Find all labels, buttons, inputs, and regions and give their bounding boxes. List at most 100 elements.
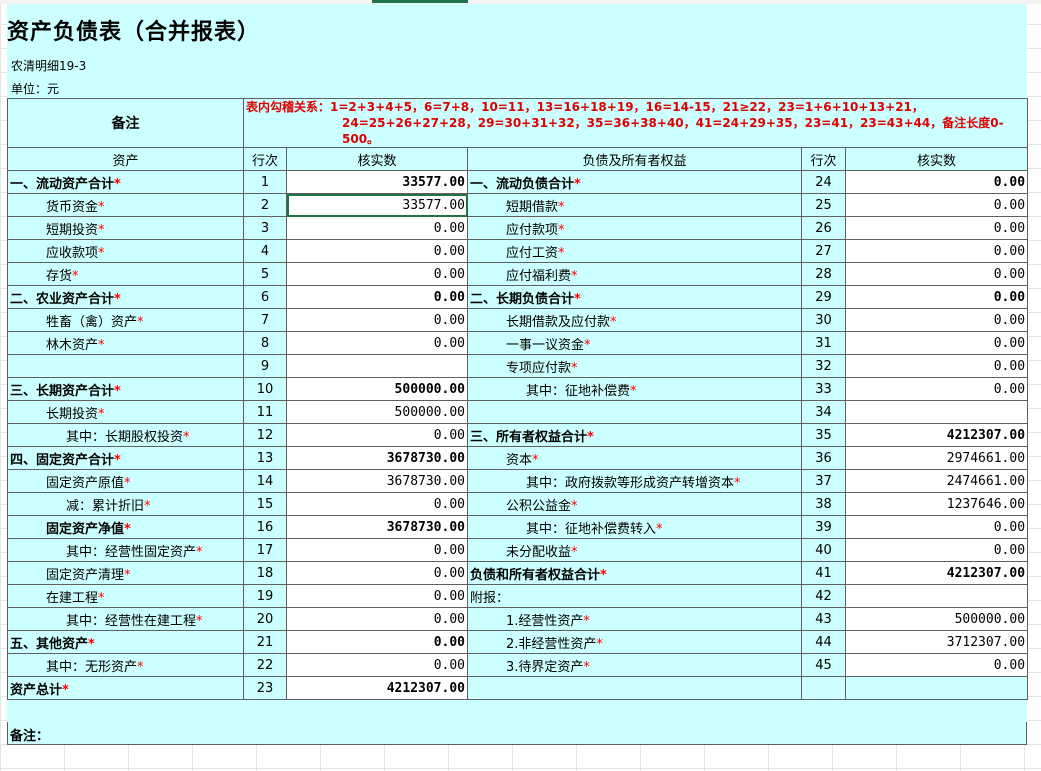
relation-line-2: 24=25+26+27+28，29=30+31+32，35=36+38+40，4… bbox=[342, 116, 1004, 146]
liability-value-cell[interactable]: 0.00 bbox=[844, 216, 1029, 240]
liability-value-cell[interactable] bbox=[844, 676, 1029, 700]
table-row: 减：累计折旧* 15 0.00 公积公益金* 38 1237646.00 bbox=[7, 492, 1029, 516]
liability-value-cell[interactable]: 0.00 bbox=[844, 308, 1029, 332]
liability-value-cell[interactable]: 0.00 bbox=[844, 285, 1029, 309]
header-assets: 资产 bbox=[7, 147, 244, 171]
asset-label: 三、长期资产合计* bbox=[7, 377, 244, 401]
table-row: 固定资产原值* 14 3678730.00 其中：政府拨款等形成资产转增资本* 37 24… bbox=[7, 469, 1029, 493]
liability-value-cell[interactable]: 0.00 bbox=[844, 193, 1029, 217]
liability-value-cell[interactable]: 4212307.00 bbox=[844, 561, 1029, 585]
asset-label-text: 五、其他资产 bbox=[10, 636, 89, 652]
report-subtitle: 农清明细19-3 bbox=[11, 59, 87, 73]
liability-label-text: 短期借款 bbox=[506, 199, 559, 215]
relation-rules-cell: 表内勾稽关系：1=2+3+4+5，6=7+8，10=11，13=16+18+19… bbox=[242, 98, 1029, 148]
liability-value-cell[interactable]: 0.00 bbox=[844, 377, 1029, 401]
asset-value-cell[interactable]: 0.00 bbox=[286, 285, 468, 309]
asset-value-cell[interactable]: 0.00 bbox=[286, 423, 468, 447]
liability-value-cell[interactable]: 0.00 bbox=[844, 354, 1029, 378]
liability-value-cell[interactable]: 0.00 bbox=[844, 170, 1029, 194]
liability-value-cell[interactable]: 4212307.00 bbox=[844, 423, 1029, 447]
asset-value-cell[interactable]: 33577.00 bbox=[286, 170, 468, 194]
liability-row-number: 30 bbox=[801, 308, 846, 332]
asset-label-text: 其中：经营性固定资产 bbox=[66, 544, 197, 560]
liability-value-cell[interactable]: 1237646.00 bbox=[844, 492, 1029, 516]
required-star-icon: * bbox=[137, 659, 144, 675]
asset-row-number: 13 bbox=[243, 446, 287, 470]
asset-label: 四、固定资产合计* bbox=[7, 446, 244, 470]
asset-label: 林木资产* bbox=[7, 331, 244, 355]
asset-value-cell[interactable]: 0.00 bbox=[286, 607, 468, 631]
required-star-icon: * bbox=[114, 291, 121, 307]
asset-label: 其中：经营性固定资产* bbox=[7, 538, 244, 562]
liability-value-cell[interactable]: 0.00 bbox=[844, 515, 1029, 539]
asset-value-cell[interactable]: 0.00 bbox=[286, 331, 468, 355]
liability-label-text: 三、所有者权益合计 bbox=[470, 429, 588, 445]
asset-value-cell[interactable]: 4212307.00 bbox=[286, 676, 468, 700]
required-star-icon: * bbox=[574, 291, 581, 307]
footer-note-cell[interactable]: 备注： bbox=[7, 722, 1027, 745]
liability-label-text: 长期借款及应付款 bbox=[506, 314, 611, 330]
asset-label-text: 固定资产清理 bbox=[46, 567, 125, 583]
asset-label-text: 牲畜（禽）资产 bbox=[46, 314, 138, 330]
liability-value-cell[interactable]: 3712307.00 bbox=[844, 630, 1029, 654]
liability-label-text: 未分配收益 bbox=[506, 544, 572, 560]
liability-value-cell[interactable] bbox=[844, 400, 1029, 424]
liability-value-cell[interactable]: 0.00 bbox=[844, 239, 1029, 263]
required-star-icon: * bbox=[72, 268, 79, 284]
liability-value-cell[interactable] bbox=[844, 584, 1029, 608]
asset-value-cell[interactable]: 0.00 bbox=[286, 239, 468, 263]
asset-value-cell[interactable]: 0.00 bbox=[286, 492, 468, 516]
asset-value-cell[interactable]: 33577.00 bbox=[286, 193, 468, 217]
asset-value-cell[interactable]: 0.00 bbox=[286, 653, 468, 677]
liability-label-text: 应付福利费 bbox=[506, 268, 572, 284]
asset-row-number: 11 bbox=[243, 400, 287, 424]
asset-label: 固定资产清理* bbox=[7, 561, 244, 585]
asset-label: 固定资产净值* bbox=[7, 515, 244, 539]
asset-value-cell[interactable]: 0.00 bbox=[286, 584, 468, 608]
asset-value-cell[interactable]: 0.00 bbox=[286, 308, 468, 332]
required-star-icon: * bbox=[114, 176, 121, 192]
asset-value-cell[interactable]: 3678730.00 bbox=[286, 446, 468, 470]
liability-label: 负债和所有者权益合计* bbox=[467, 561, 802, 585]
liability-row-number: 45 bbox=[801, 653, 846, 677]
asset-label: 五、其他资产* bbox=[7, 630, 244, 654]
liability-row-number: 31 bbox=[801, 331, 846, 355]
liability-label: 其中：征地补偿费* bbox=[467, 377, 802, 401]
report-title: 资产负债表（合并报表） bbox=[7, 19, 261, 45]
required-star-icon: * bbox=[196, 544, 203, 560]
liability-value-cell[interactable]: 0.00 bbox=[844, 262, 1029, 286]
table-row: 一、流动资产合计* 1 33577.00 一、流动负债合计* 24 0.00 bbox=[7, 170, 1029, 194]
asset-value-cell[interactable]: 0.00 bbox=[286, 262, 468, 286]
liability-label bbox=[467, 676, 802, 700]
asset-value-cell[interactable]: 0.00 bbox=[286, 561, 468, 585]
header-row-no-2: 行次 bbox=[801, 147, 846, 171]
liability-label-text: 1.经营性资产 bbox=[506, 613, 584, 629]
liability-value-cell[interactable]: 0.00 bbox=[844, 331, 1029, 355]
column-header-row: 资产 行次 核实数 负债及所有者权益 行次 核实数 bbox=[7, 147, 1029, 171]
asset-label-text: 其中：经营性在建工程 bbox=[66, 613, 197, 629]
asset-label-text: 减：累计折旧 bbox=[66, 498, 145, 514]
asset-value-cell[interactable]: 0.00 bbox=[286, 630, 468, 654]
liability-value-cell[interactable]: 0.00 bbox=[844, 653, 1029, 677]
asset-label: 存货* bbox=[7, 262, 244, 286]
liability-value-cell[interactable]: 2974661.00 bbox=[844, 446, 1029, 470]
liability-value-cell[interactable]: 500000.00 bbox=[844, 607, 1029, 631]
required-star-icon: * bbox=[571, 360, 578, 376]
asset-value-cell[interactable] bbox=[286, 354, 468, 378]
asset-value-cell[interactable]: 0.00 bbox=[286, 216, 468, 240]
liability-value-cell[interactable]: 2474661.00 bbox=[844, 469, 1029, 493]
required-star-icon: * bbox=[571, 498, 578, 514]
asset-value-cell[interactable]: 3678730.00 bbox=[286, 515, 468, 539]
asset-value-cell[interactable]: 500000.00 bbox=[286, 377, 468, 401]
asset-row-number: 22 bbox=[243, 653, 287, 677]
liability-label: 公积公益金* bbox=[467, 492, 802, 516]
selected-column-indicator bbox=[372, 0, 468, 3]
liability-row-number: 35 bbox=[801, 423, 846, 447]
asset-value-cell[interactable]: 3678730.00 bbox=[286, 469, 468, 493]
required-star-icon: * bbox=[558, 245, 565, 261]
asset-value-cell[interactable]: 0.00 bbox=[286, 538, 468, 562]
asset-value-cell[interactable]: 500000.00 bbox=[286, 400, 468, 424]
liability-value-cell[interactable]: 0.00 bbox=[844, 538, 1029, 562]
liability-label: 其中：政府拨款等形成资产转增资本* bbox=[467, 469, 802, 493]
required-star-icon: * bbox=[656, 521, 663, 537]
